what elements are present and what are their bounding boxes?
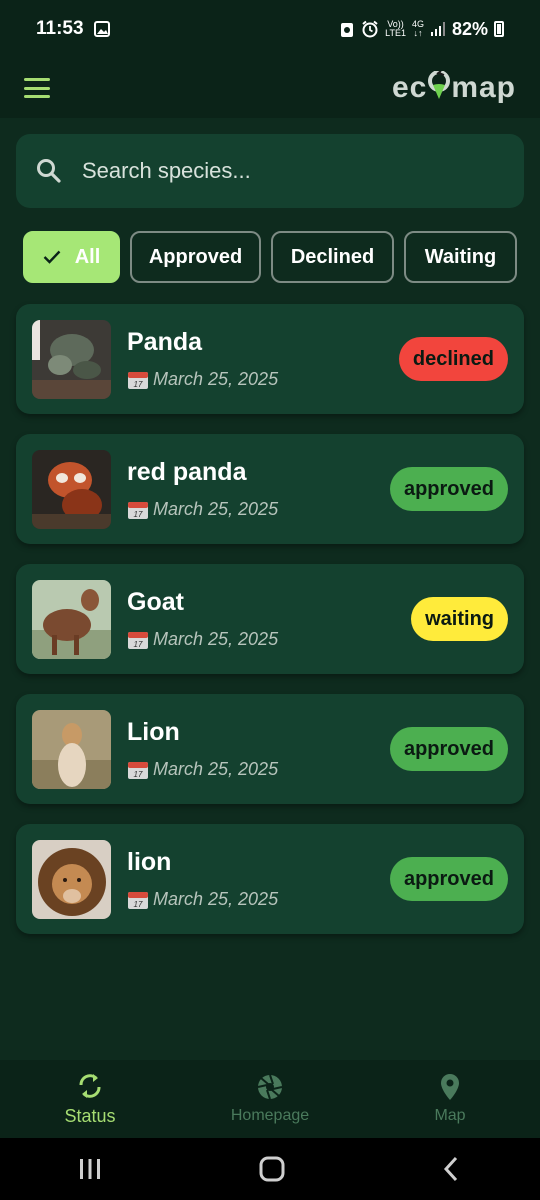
svg-text:17: 17 bbox=[134, 510, 143, 519]
calendar-icon: 17 bbox=[128, 501, 148, 519]
gallery-notification-icon bbox=[93, 21, 110, 37]
species-name: red panda bbox=[127, 458, 247, 486]
recent-apps-icon[interactable] bbox=[78, 1158, 102, 1180]
sync-icon bbox=[79, 1073, 101, 1098]
bottom-navigation: Status Homepage Map bbox=[0, 1060, 540, 1138]
species-card[interactable]: lion 17 March 25, 2025 approved bbox=[16, 824, 524, 934]
filter-chip-waiting[interactable]: Waiting bbox=[404, 231, 517, 283]
back-icon[interactable] bbox=[442, 1156, 462, 1182]
hamburger-menu-icon[interactable] bbox=[24, 78, 50, 98]
search-icon bbox=[37, 159, 61, 183]
species-card[interactable]: red panda 17 March 25, 2025 approved bbox=[16, 434, 524, 544]
species-card[interactable]: Panda 17 March 25, 2025 declined bbox=[16, 304, 524, 414]
main-content: All Approved Declined Waiting bbox=[0, 118, 540, 1060]
filter-chips: All Approved Declined Waiting bbox=[23, 231, 517, 283]
calendar-icon: 17 bbox=[128, 371, 148, 389]
status-badge: approved bbox=[389, 467, 508, 511]
home-icon[interactable] bbox=[259, 1156, 285, 1182]
search-input[interactable] bbox=[82, 158, 482, 184]
species-date: 17 March 25, 2025 bbox=[127, 369, 278, 390]
status-badge: approved bbox=[389, 857, 508, 901]
filter-chip-approved[interactable]: Approved bbox=[130, 231, 261, 283]
aperture-icon bbox=[257, 1074, 283, 1100]
species-name: Panda bbox=[127, 328, 203, 356]
signal-icon bbox=[430, 22, 445, 36]
species-date: 17 March 25, 2025 bbox=[127, 629, 278, 650]
network-type-indicator: 4G ↓↑ bbox=[411, 19, 424, 38]
check-icon bbox=[43, 250, 61, 264]
species-name: Goat bbox=[127, 588, 184, 616]
ecomap-logo: ec map bbox=[391, 71, 516, 104]
nav-item-map[interactable]: Map bbox=[360, 1060, 540, 1138]
species-photo-panda bbox=[32, 319, 111, 399]
svg-text:17: 17 bbox=[134, 640, 143, 649]
battery-percent: 82% bbox=[451, 18, 488, 39]
species-name: Lion bbox=[127, 718, 180, 746]
alarm-lock-icon bbox=[341, 23, 354, 37]
species-date: 17 March 25, 2025 bbox=[127, 759, 278, 780]
nav-item-status[interactable]: Status bbox=[0, 1060, 180, 1138]
app-bar: ec map bbox=[0, 58, 540, 118]
species-card[interactable]: Lion 17 March 25, 2025 approved bbox=[16, 694, 524, 804]
volte-indicator: Vo)) LTE1 bbox=[385, 19, 406, 38]
svg-text:17: 17 bbox=[134, 380, 143, 389]
calendar-icon: 17 bbox=[128, 891, 148, 909]
species-date: 17 March 25, 2025 bbox=[127, 499, 278, 520]
calendar-icon: 17 bbox=[128, 761, 148, 779]
species-date: 17 March 25, 2025 bbox=[127, 889, 278, 910]
filter-chip-declined[interactable]: Declined bbox=[271, 231, 394, 283]
svg-text:17: 17 bbox=[134, 900, 143, 909]
alarm-icon bbox=[362, 20, 378, 38]
species-list: Panda 17 March 25, 2025 declined red pan… bbox=[16, 304, 524, 954]
logo-pin-icon bbox=[428, 71, 451, 101]
svg-text:17: 17 bbox=[134, 770, 143, 779]
species-photo-red-panda bbox=[32, 449, 111, 529]
status-badge: waiting bbox=[411, 597, 508, 641]
calendar-icon: 17 bbox=[128, 631, 148, 649]
status-bar: 11:53 Vo)) LTE1 4G ↓↑ 82% bbox=[0, 0, 540, 58]
clock: 11:53 bbox=[36, 18, 84, 39]
search-bar[interactable] bbox=[16, 134, 524, 208]
map-pin-icon bbox=[441, 1074, 459, 1100]
battery-icon bbox=[494, 21, 504, 37]
filter-chip-all[interactable]: All bbox=[23, 231, 120, 283]
species-name: lion bbox=[127, 848, 172, 876]
nav-item-homepage[interactable]: Homepage bbox=[180, 1060, 360, 1138]
species-card[interactable]: Goat 17 March 25, 2025 waiting bbox=[16, 564, 524, 674]
species-photo-goat bbox=[32, 579, 111, 659]
status-badge: approved bbox=[389, 727, 508, 771]
system-navigation-bar bbox=[0, 1138, 540, 1200]
species-photo-lion bbox=[32, 839, 111, 919]
species-photo-lioness bbox=[32, 709, 111, 789]
status-badge: declined bbox=[398, 337, 508, 381]
